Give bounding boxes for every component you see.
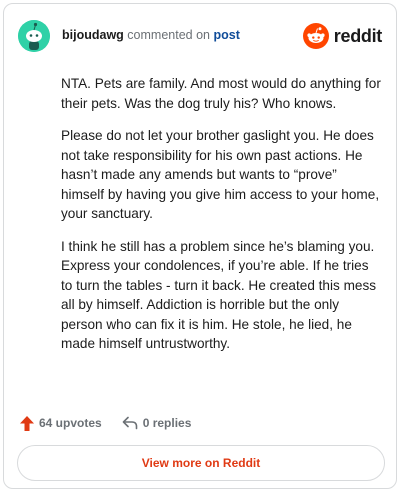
view-more-button[interactable]: View more on Reddit: [17, 445, 385, 481]
upvote-arrow-icon: [20, 415, 34, 431]
reddit-wordmark: reddit: [333, 25, 383, 46]
comment-actions: 64 upvotes 0 replies: [20, 413, 211, 433]
comment-paragraph-3: I think he still has a problem since he’…: [61, 238, 377, 352]
upvote-button[interactable]: 64 upvotes: [20, 415, 102, 431]
reply-button[interactable]: 0 replies: [122, 416, 192, 430]
username[interactable]: bijoudawg: [62, 28, 124, 42]
upvote-count: 64 upvotes: [39, 416, 102, 430]
reddit-brand[interactable]: reddit: [302, 22, 383, 50]
comment-paragraph-2: Please do not let your brother gaslight …: [61, 128, 380, 221]
snoo-avatar-icon: [18, 20, 50, 52]
comment-paragraph-1: NTA. Pets are family. And most would do …: [61, 76, 381, 111]
comment-meta: bijoudawg commented on post: [62, 28, 240, 42]
reddit-logo-icon: [302, 23, 329, 49]
commented-on-text: commented on: [127, 28, 210, 42]
user-avatar[interactable]: [18, 20, 50, 52]
comment-card: bijoudawg commented on post reddit NTA. …: [3, 3, 397, 489]
post-link[interactable]: post: [213, 28, 239, 42]
comment-header: bijoudawg commented on post reddit: [18, 20, 382, 52]
reply-arrow-icon: [122, 416, 138, 430]
reply-count: 0 replies: [142, 416, 192, 430]
comment-body: NTA. Pets are family. And most would do …: [61, 74, 381, 367]
